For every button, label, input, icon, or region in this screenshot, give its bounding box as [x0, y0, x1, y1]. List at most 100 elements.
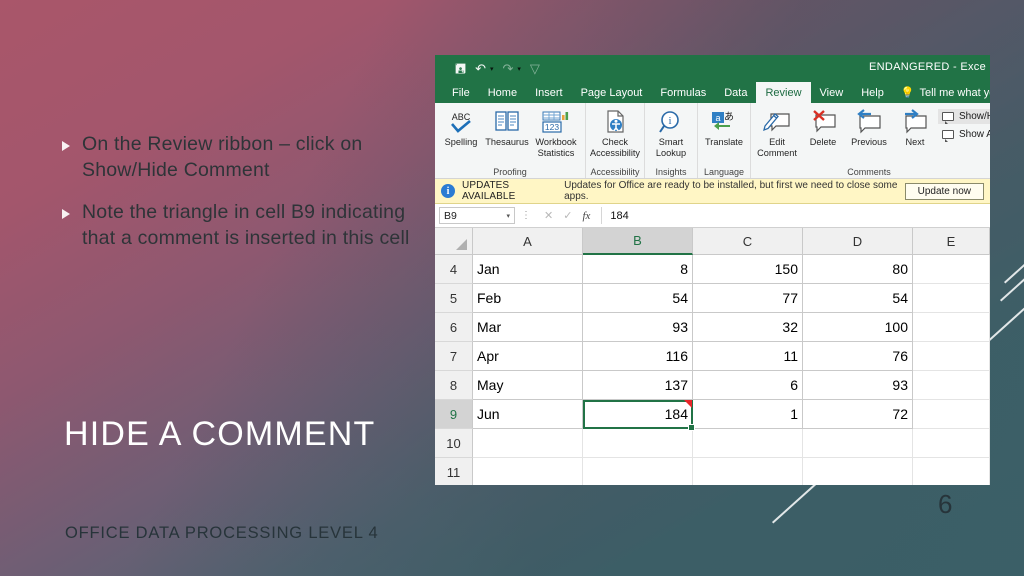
cell-a5[interactable]: Feb: [473, 284, 583, 313]
ribbon-group-label-language: Language: [703, 167, 745, 177]
cell-b9[interactable]: 184: [583, 400, 695, 431]
cell-b6[interactable]: 93: [583, 313, 693, 342]
undo-dropdown-icon[interactable]: ▾: [490, 65, 494, 73]
cell-e8[interactable]: [913, 371, 990, 400]
cell-c6[interactable]: 32: [693, 313, 803, 342]
cell-d7[interactable]: 76: [803, 342, 913, 371]
cell-b9-value: 184: [664, 406, 688, 422]
customize-qat-icon[interactable]: ▽: [530, 62, 540, 75]
tab-help[interactable]: Help: [852, 82, 893, 103]
cell-a8[interactable]: May: [473, 371, 583, 400]
cell-b11[interactable]: [583, 458, 693, 485]
row-header-4[interactable]: 4: [435, 255, 473, 284]
confirm-icon[interactable]: ✓: [563, 209, 572, 222]
spelling-button[interactable]: ABC Spelling: [438, 105, 484, 148]
delete-comment-button[interactable]: Delete: [800, 105, 846, 148]
cell-a9[interactable]: Jun: [473, 400, 583, 429]
show-hide-comment-label: Show/Hide Comment: [959, 111, 990, 122]
column-header-d[interactable]: D: [803, 228, 913, 255]
cell-d8[interactable]: 93: [803, 371, 913, 400]
cell-e10[interactable]: [913, 429, 990, 458]
cell-d9[interactable]: 72: [803, 400, 913, 429]
cell-b5[interactable]: 54: [583, 284, 693, 313]
smart-lookup-icon: i: [657, 108, 685, 136]
check-accessibility-button[interactable]: Check Accessibility: [589, 105, 641, 158]
cell-a7[interactable]: Apr: [473, 342, 583, 371]
column-header-b[interactable]: B: [583, 228, 693, 255]
tab-home[interactable]: Home: [479, 82, 526, 103]
cell-c4[interactable]: 150: [693, 255, 803, 284]
cell-a11[interactable]: [473, 458, 583, 485]
tab-file[interactable]: File: [443, 82, 479, 103]
cell-e4[interactable]: [913, 255, 990, 284]
row-header-8[interactable]: 8: [435, 371, 473, 400]
cell-a6[interactable]: Mar: [473, 313, 583, 342]
row-header-10[interactable]: 10: [435, 429, 473, 458]
cell-d11[interactable]: [803, 458, 913, 485]
cell-e7[interactable]: [913, 342, 990, 371]
tell-me-search[interactable]: 💡 Tell me what you want to: [893, 82, 990, 103]
thesaurus-button[interactable]: Thesaurus: [484, 105, 530, 148]
smart-lookup-button[interactable]: i Smart Lookup: [648, 105, 694, 158]
column-header-a[interactable]: A: [473, 228, 583, 255]
undo-icon[interactable]: ↶: [475, 62, 486, 75]
cell-b10[interactable]: [583, 429, 693, 458]
show-all-comments-button[interactable]: Show All Comments: [938, 127, 990, 142]
row-header-11[interactable]: 11: [435, 458, 473, 485]
show-hide-comment-button[interactable]: Show/Hide Comment: [938, 109, 990, 124]
previous-comment-icon: [854, 108, 884, 136]
cell-d10[interactable]: [803, 429, 913, 458]
row-header-5[interactable]: 5: [435, 284, 473, 313]
bullet-triangle-icon: [62, 141, 70, 151]
cell-e5[interactable]: [913, 284, 990, 313]
cell-c7[interactable]: 11: [693, 342, 803, 371]
edit-comment-button[interactable]: Edit Comment: [754, 105, 800, 158]
tab-view[interactable]: View: [811, 82, 853, 103]
update-now-button[interactable]: Update now: [904, 182, 984, 200]
cell-b8[interactable]: 137: [583, 371, 693, 400]
tab-data[interactable]: Data: [715, 82, 756, 103]
row-header-9[interactable]: 9: [435, 400, 473, 429]
cell-d5[interactable]: 54: [803, 284, 913, 313]
previous-comment-button[interactable]: Previous: [846, 105, 892, 148]
cancel-icon[interactable]: ✕: [544, 209, 553, 222]
cell-c5[interactable]: 77: [693, 284, 803, 313]
cell-b7[interactable]: 116: [583, 342, 693, 371]
thesaurus-icon: [493, 108, 521, 136]
tab-page-layout[interactable]: Page Layout: [572, 82, 652, 103]
redo-dropdown-icon[interactable]: ▾: [517, 65, 521, 73]
cell-d4[interactable]: 80: [803, 255, 913, 284]
tab-review[interactable]: Review: [756, 82, 811, 103]
cell-e11[interactable]: [913, 458, 990, 485]
tab-formulas[interactable]: Formulas: [651, 82, 715, 103]
cell-c8[interactable]: 6: [693, 371, 803, 400]
cell-e6[interactable]: [913, 313, 990, 342]
chevron-down-icon[interactable]: ▾: [506, 212, 510, 220]
insert-function-icon[interactable]: fx: [582, 210, 590, 222]
formula-input[interactable]: 184: [601, 207, 986, 224]
name-box[interactable]: B9 ▾: [439, 207, 515, 224]
next-comment-button[interactable]: Next: [892, 105, 938, 148]
delete-comment-label: Delete: [809, 137, 837, 147]
row-header-7[interactable]: 7: [435, 342, 473, 371]
formula-bar-handle[interactable]: ⋮: [519, 210, 533, 221]
delete-comment-icon: [808, 108, 838, 136]
row-header-6[interactable]: 6: [435, 313, 473, 342]
cell-a4[interactable]: Jan: [473, 255, 583, 284]
tab-insert[interactable]: Insert: [526, 82, 572, 103]
translate-button[interactable]: a あ Translate: [701, 105, 747, 148]
column-header-e[interactable]: E: [913, 228, 990, 255]
column-header-c[interactable]: C: [693, 228, 803, 255]
cell-a10[interactable]: [473, 429, 583, 458]
cell-c9[interactable]: 1: [693, 400, 803, 429]
cell-c10[interactable]: [693, 429, 803, 458]
cell-e9[interactable]: [913, 400, 990, 429]
workbook-statistics-button[interactable]: 123 Workbook Statistics: [530, 105, 582, 158]
save-icon[interactable]: 🖪: [455, 62, 466, 75]
cell-b4[interactable]: 8: [583, 255, 693, 284]
select-all-corner[interactable]: [435, 228, 473, 255]
cell-d6[interactable]: 100: [803, 313, 913, 342]
redo-icon[interactable]: ↷: [503, 62, 514, 75]
svg-text:123: 123: [545, 122, 559, 132]
cell-c11[interactable]: [693, 458, 803, 485]
